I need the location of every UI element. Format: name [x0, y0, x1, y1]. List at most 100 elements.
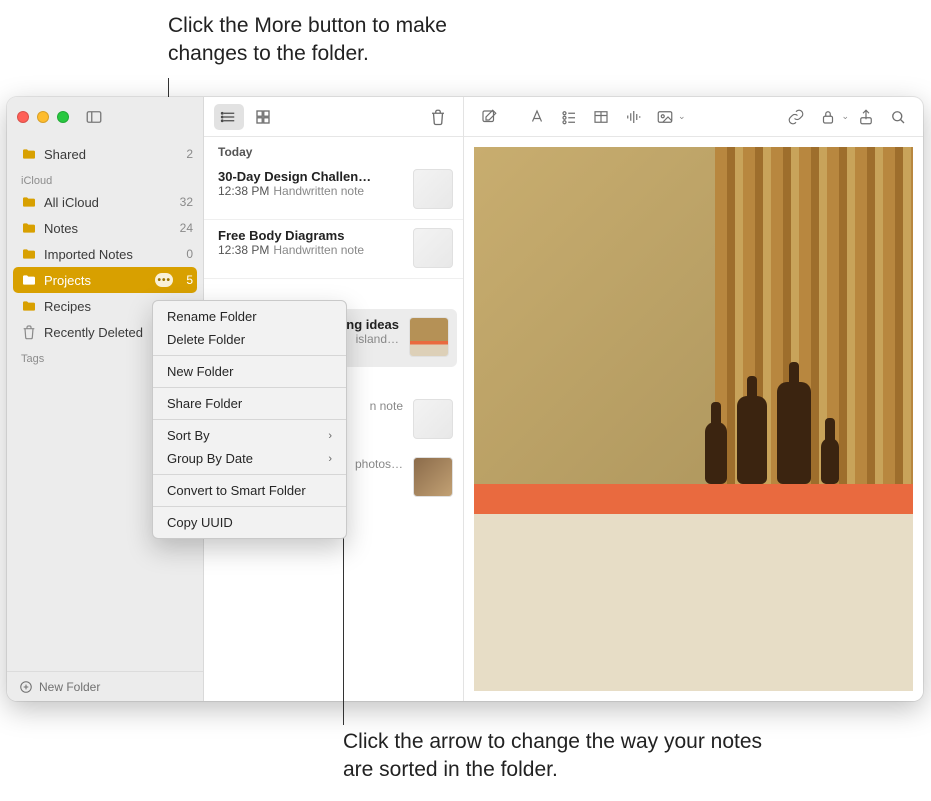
lock-icon	[819, 108, 837, 126]
menu-separator	[153, 506, 346, 507]
share-button[interactable]	[851, 104, 881, 130]
folder-icon	[21, 272, 37, 288]
sidebar-item-count: 32	[180, 195, 193, 209]
note-image	[474, 147, 913, 691]
trash-icon	[21, 324, 37, 340]
menu-separator	[153, 419, 346, 420]
folder-icon	[21, 298, 37, 314]
menu-separator	[153, 355, 346, 356]
image-shelf	[474, 484, 913, 514]
sidebar-titlebar	[7, 97, 203, 137]
zoom-window-button[interactable]	[57, 111, 69, 123]
link-icon	[787, 108, 805, 126]
grid-view-icon	[254, 108, 272, 126]
chevron-down-icon: ⌄	[678, 111, 686, 122]
sidebar-toggle-button[interactable]	[85, 108, 103, 126]
sidebar-item-shared[interactable]: Shared 2	[7, 141, 203, 167]
search-icon	[889, 108, 907, 126]
checklist-button[interactable]	[554, 104, 584, 130]
sidebar-item-label: Imported Notes	[44, 247, 179, 262]
plus-circle-icon	[19, 680, 33, 694]
note-thumbnail	[413, 457, 453, 497]
menu-share-folder[interactable]: Share Folder	[153, 392, 346, 415]
editor-pane: ⌄ ⌄	[464, 97, 923, 701]
minimize-window-button[interactable]	[37, 111, 49, 123]
note-thumbnail	[413, 228, 453, 268]
image-shelf-face	[474, 514, 913, 691]
list-view-icon	[220, 108, 238, 126]
checklist-icon	[560, 108, 578, 126]
new-folder-label: New Folder	[39, 680, 100, 694]
note-thumbnail	[413, 169, 453, 209]
sidebar-item-count: 24	[180, 221, 193, 235]
list-view-button[interactable]	[214, 104, 244, 130]
delete-note-button[interactable]	[423, 104, 453, 130]
sidebar-group-icloud: iCloud	[7, 167, 203, 189]
sidebar-item-count: 5	[186, 273, 193, 287]
format-button[interactable]	[522, 104, 552, 130]
menu-separator	[153, 474, 346, 475]
menu-sort-by[interactable]: Sort By›	[153, 424, 346, 447]
callout-bottom: Click the arrow to change the way your n…	[343, 728, 763, 785]
app-window: Shared 2 iCloud All iCloud 32 Notes 24	[7, 97, 923, 701]
new-folder-button[interactable]: New Folder	[7, 671, 203, 701]
menu-separator	[153, 387, 346, 388]
callout-top: Click the More button to make changes to…	[168, 12, 528, 69]
sidebar-item-label: All iCloud	[44, 195, 173, 210]
sidebar-item-label: Shared	[44, 147, 179, 162]
menu-rename-folder[interactable]: Rename Folder	[153, 305, 346, 328]
sidebar-item-imported-notes[interactable]: Imported Notes 0	[7, 241, 203, 267]
grid-view-button[interactable]	[248, 104, 278, 130]
note-meta: 12:38 PMHandwritten note	[218, 243, 403, 257]
window-controls	[17, 111, 69, 123]
note-content[interactable]	[464, 137, 923, 701]
sidebar-item-notes[interactable]: Notes 24	[7, 215, 203, 241]
folder-icon	[21, 220, 37, 236]
editor-toolbar: ⌄ ⌄	[464, 97, 923, 137]
link-button[interactable]	[781, 104, 811, 130]
note-item[interactable]: Free Body Diagrams 12:38 PMHandwritten n…	[204, 220, 463, 279]
folder-icon	[21, 194, 37, 210]
sidebar-item-label: Projects	[44, 273, 148, 288]
folder-more-button[interactable]: •••	[155, 273, 173, 287]
table-icon	[592, 108, 610, 126]
table-button[interactable]	[586, 104, 616, 130]
shared-folder-icon	[21, 146, 37, 162]
search-button[interactable]	[883, 104, 913, 130]
audio-icon	[624, 108, 642, 126]
sidebar-item-projects[interactable]: Projects ••• 5	[13, 267, 197, 293]
image-bottles	[705, 382, 839, 484]
format-icon	[528, 108, 546, 126]
note-list-section-header: Today	[204, 137, 463, 161]
note-thumbnail	[409, 317, 449, 357]
close-window-button[interactable]	[17, 111, 29, 123]
lock-button[interactable]	[813, 104, 843, 130]
folder-icon	[21, 246, 37, 262]
sidebar-item-all-icloud[interactable]: All iCloud 32	[7, 189, 203, 215]
share-icon	[857, 108, 875, 126]
chevron-down-icon: ⌄	[841, 111, 849, 122]
note-list-toolbar	[204, 97, 463, 137]
menu-convert-smart-folder[interactable]: Convert to Smart Folder	[153, 479, 346, 502]
compose-button[interactable]	[474, 104, 504, 130]
menu-new-folder[interactable]: New Folder	[153, 360, 346, 383]
chevron-right-icon: ›	[328, 430, 332, 442]
media-icon	[656, 108, 674, 126]
sidebar-item-count: 2	[186, 147, 193, 161]
note-thumbnail	[413, 399, 453, 439]
sidebar-item-label: Notes	[44, 221, 173, 236]
chevron-right-icon: ›	[328, 453, 332, 465]
menu-delete-folder[interactable]: Delete Folder	[153, 328, 346, 351]
menu-group-by-date[interactable]: Group By Date›	[153, 447, 346, 470]
folder-context-menu: Rename Folder Delete Folder New Folder S…	[152, 300, 347, 539]
audio-button[interactable]	[618, 104, 648, 130]
sidebar-item-count: 0	[186, 247, 193, 261]
note-meta: 12:38 PMHandwritten note	[218, 184, 403, 198]
media-button[interactable]	[650, 104, 680, 130]
note-title: Free Body Diagrams	[218, 228, 403, 243]
note-item[interactable]: 30-Day Design Challen… 12:38 PMHandwritt…	[204, 161, 463, 220]
compose-icon	[480, 108, 498, 126]
trash-icon	[429, 108, 447, 126]
menu-copy-uuid[interactable]: Copy UUID	[153, 511, 346, 534]
note-title: 30-Day Design Challen…	[218, 169, 403, 184]
